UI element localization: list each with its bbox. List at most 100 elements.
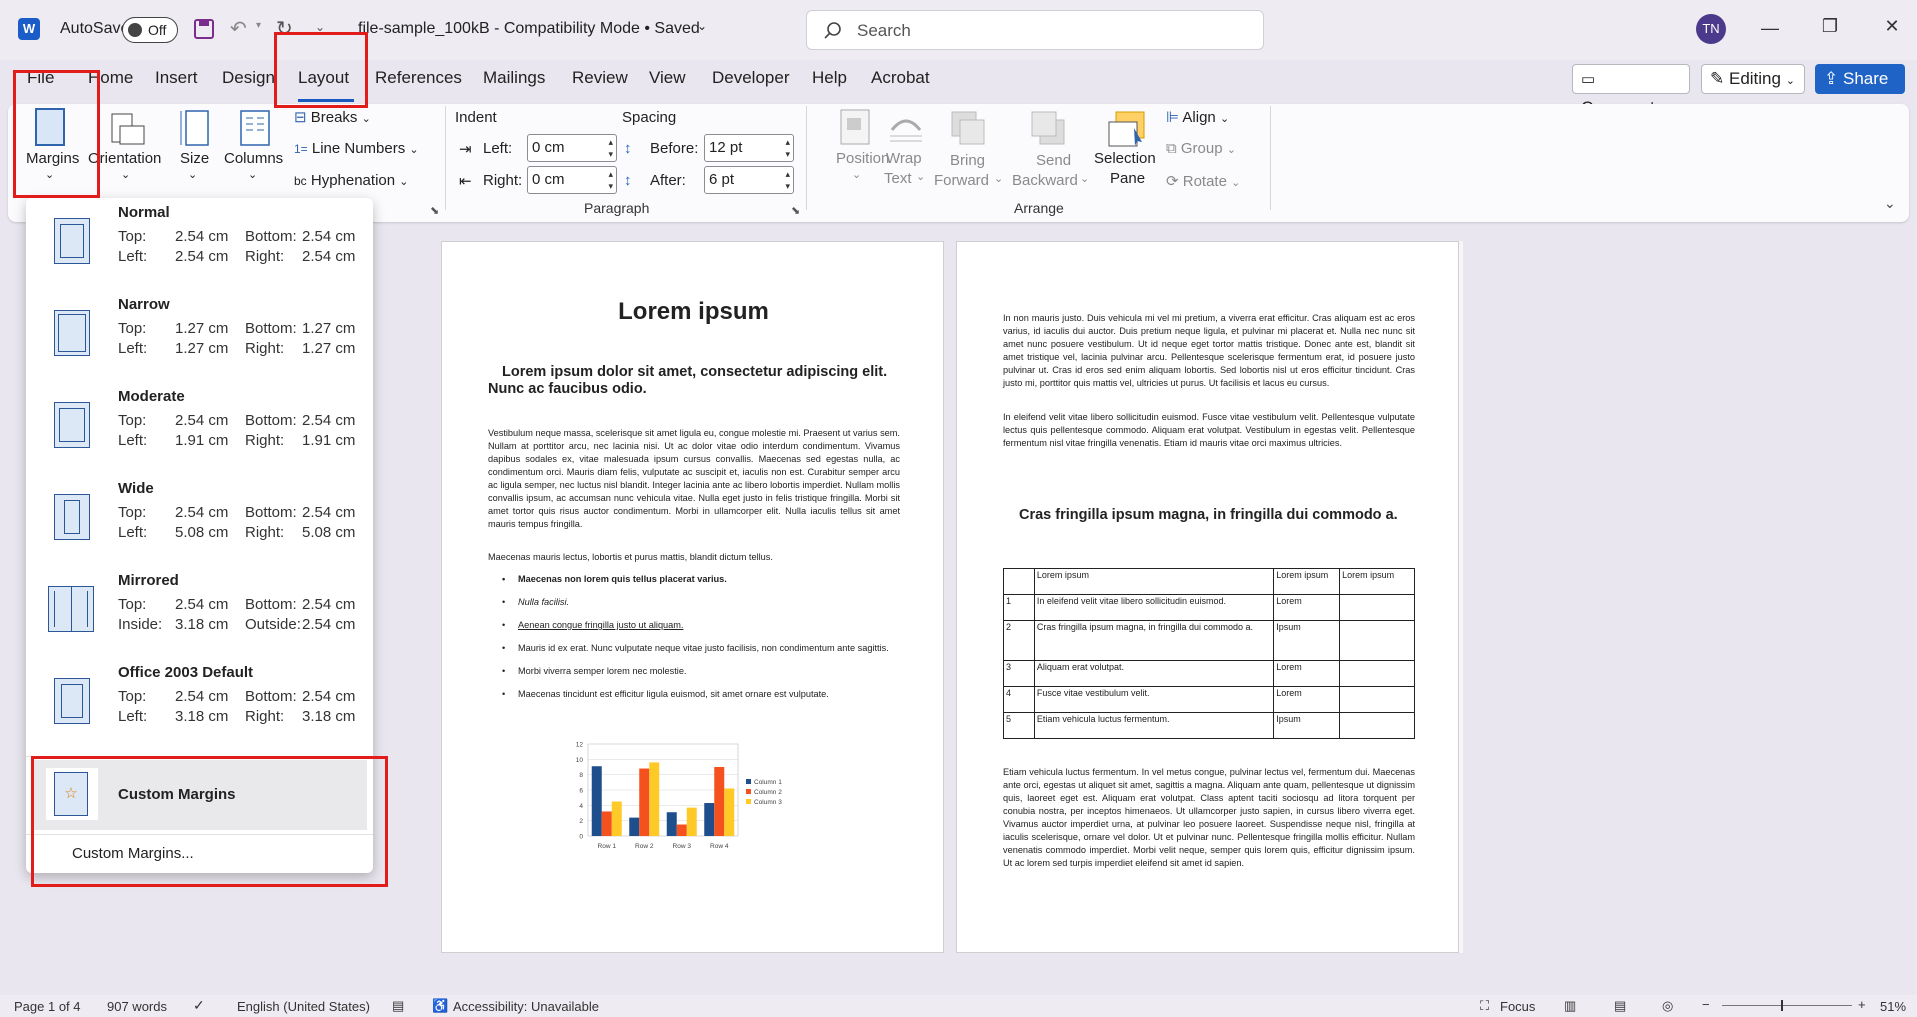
search-box[interactable]: Search — [806, 10, 1264, 50]
document-page-1[interactable]: Lorem ipsum Lorem ipsum dolor sit amet, … — [441, 241, 944, 953]
accessibility-status[interactable]: Accessibility: Unavailable — [453, 999, 599, 1014]
columns-button[interactable]: Columns ⌄ — [222, 104, 286, 198]
spacing-before-input[interactable]: 12 pt ▴ ▾ — [704, 134, 794, 162]
table-row: 4 Fusce vitae vestibulum velit. Lorem — [1003, 686, 1415, 713]
share-button[interactable]: ⇪ Share ⌄ — [1815, 64, 1905, 115]
collapse-ribbon-icon[interactable]: ⌄ — [1884, 195, 1896, 212]
autosave-toggle[interactable]: Off — [122, 17, 178, 43]
spinner-arrows-icon[interactable]: ▴ ▾ — [785, 168, 790, 192]
tab-design[interactable]: Design — [222, 68, 275, 88]
send-backward-button[interactable]: Send Backward ⌄ — [1010, 104, 1090, 198]
spinner-arrows-icon[interactable]: ▴ ▾ — [608, 168, 613, 192]
zoom-slider[interactable] — [1722, 1005, 1852, 1006]
preset-value: 1.91 cm — [175, 432, 229, 449]
search-placeholder: Search — [857, 21, 911, 40]
editing-button[interactable]: ✎ Editing ⌄ — [1701, 64, 1805, 94]
margin-preset-moderate[interactable]: Moderate Top: 2.54 cm Bottom: 2.54 cm Left:… — [26, 382, 373, 474]
group-button[interactable]: ⧉ Group ⌄ — [1166, 140, 1236, 157]
rotate-button[interactable]: ⟳ Rotate ⌄ — [1166, 172, 1240, 190]
bar — [611, 801, 622, 836]
close-icon[interactable]: ✕ — [1872, 16, 1912, 37]
zoom-out-icon[interactable]: − — [1702, 997, 1710, 1012]
tab-references[interactable]: References — [375, 68, 462, 88]
selection-pane-icon — [1108, 111, 1145, 147]
indent-right-input[interactable]: 0 cm ▴ ▾ — [527, 166, 617, 194]
preset-label: Right: — [245, 248, 285, 265]
tab-review[interactable]: Review — [572, 68, 628, 88]
undo-dropdown-icon[interactable]: ▾ — [256, 20, 261, 31]
margin-preset-wide[interactable]: Wide Top: 2.54 cm Bottom: 2.54 cm Left: 5.08… — [26, 474, 373, 566]
tab-insert[interactable]: Insert — [155, 68, 198, 88]
margin-preset-office-2003[interactable]: Office 2003 Default Top: 2.54 cm Bottom: 2.… — [26, 658, 373, 750]
size-button[interactable]: Size ⌄ — [172, 104, 218, 198]
position-button[interactable]: Position ⌄ — [824, 104, 889, 198]
wrap-text-button[interactable]: Wrap Text ⌄ — [880, 104, 930, 198]
list-item: • Morbi viverra semper lorem nec molestie… — [502, 666, 687, 676]
bring-forward-label-2: Forward — [934, 172, 990, 189]
table-cell: Lorem — [1273, 660, 1341, 687]
preset-value: 2.54 cm — [175, 228, 229, 245]
tab-help[interactable]: Help — [812, 68, 847, 88]
size-label: Size — [180, 150, 210, 167]
preset-label: Right: — [245, 340, 285, 357]
undo-icon[interactable]: ↶ — [230, 16, 247, 41]
focus-button[interactable]: Focus — [1500, 999, 1535, 1014]
margin-preset-mirrored[interactable]: Mirrored Top: 2.54 cm Bottom: 2.54 cm Insid… — [26, 566, 373, 658]
spinner-arrows-icon[interactable]: ▴ ▾ — [785, 136, 790, 160]
web-layout-icon[interactable]: ◎ — [1662, 998, 1673, 1014]
print-layout-icon[interactable]: ▤ — [1614, 998, 1626, 1014]
breaks-button[interactable]: ⊟ Breaks ⌄ — [294, 108, 371, 126]
minimize-icon[interactable]: — — [1750, 18, 1790, 39]
tab-mailings[interactable]: Mailings — [483, 68, 545, 88]
restore-icon[interactable]: ❐ — [1810, 16, 1850, 37]
language[interactable]: English (United States) — [237, 999, 370, 1014]
line-numbers-button[interactable]: 1= Line Numbers ⌄ — [294, 140, 419, 157]
comments-button[interactable]: ▭ Comments — [1572, 64, 1690, 117]
preset-label: Right: — [245, 708, 285, 725]
paragraph-launcher-icon[interactable]: ⬊ — [791, 204, 800, 217]
align-button[interactable]: ⊫ Align ⌄ — [1166, 108, 1229, 126]
margin-preview-icon — [54, 678, 90, 724]
zoom-slider-thumb[interactable] — [1781, 1000, 1783, 1011]
spacing-after-icon: ↕ — [624, 172, 632, 189]
page-count[interactable]: Page 1 of 4 — [14, 999, 81, 1014]
wrap-text-chevron-icon: ⌄ — [916, 171, 926, 183]
y-tick-label: 6 — [579, 788, 583, 795]
preset-value: 2.54 cm — [175, 596, 229, 613]
tab-acrobat[interactable]: Acrobat — [871, 68, 930, 88]
read-mode-icon[interactable]: ▥ — [1564, 998, 1576, 1014]
selection-pane-button[interactable]: Selection Pane — [1094, 104, 1160, 198]
bar-chart[interactable]: 0 2 4 6 8 10 12 Row 1 Row 2 Row 3 Row 4 Column 1 Col… — [562, 736, 802, 864]
tab-view[interactable]: View — [649, 68, 686, 88]
zoom-level[interactable]: 51% — [1880, 999, 1906, 1014]
text-predictions-icon[interactable]: ▤ — [392, 998, 404, 1014]
proofing-icon[interactable]: ✓ — [193, 997, 205, 1014]
document-page-2[interactable]: In non mauris justo. Duis vehicula mi ve… — [956, 241, 1459, 953]
zoom-in-icon[interactable]: + — [1858, 997, 1866, 1012]
margin-preset-narrow[interactable]: Narrow Top: 1.27 cm Bottom: 1.27 cm Left: 1.… — [26, 290, 373, 382]
data-table[interactable]: Lorem ipsum Lorem ipsum Lorem ipsum 1 In el… — [1003, 568, 1415, 739]
save-icon[interactable] — [193, 18, 215, 40]
spinner-arrows-icon[interactable]: ▴ ▾ — [608, 136, 613, 160]
spacing-after-input[interactable]: 6 pt ▴ ▾ — [704, 166, 794, 194]
hyphenation-button[interactable]: bc Hyphenation ⌄ — [294, 172, 408, 189]
table-row: 3 Aliquam erat volutpat. Lorem — [1003, 660, 1415, 687]
spacing-label: Spacing — [622, 109, 677, 126]
bar — [639, 768, 650, 836]
tab-developer[interactable]: Developer — [712, 68, 790, 88]
avatar[interactable]: TN — [1696, 14, 1726, 44]
word-count[interactable]: 907 words — [107, 999, 167, 1014]
title-chevron-down-icon[interactable]: ⌄ — [697, 19, 707, 33]
document-title[interactable]: file-sample_100kB - Compatibility Mode •… — [358, 20, 700, 38]
autosave-state: Off — [148, 22, 167, 38]
margin-preset-normal[interactable]: Normal Top: 2.54 cm Bottom: 2.54 cm Left: 2.… — [26, 198, 373, 290]
preset-value: 2.54 cm — [302, 616, 356, 633]
page-setup-launcher-icon[interactable]: ⬊ — [430, 204, 439, 217]
table-cell: 2 — [1003, 620, 1035, 661]
bring-forward-button[interactable]: Bring Forward ⌄ — [934, 104, 1004, 198]
bring-forward-label-1: Bring — [950, 152, 986, 169]
line-numbers-icon: 1= — [294, 142, 308, 156]
bullet-2-text: Nulla facilisi. — [518, 597, 570, 607]
preset-label: Top: — [118, 228, 147, 245]
indent-left-input[interactable]: 0 cm ▴ ▾ — [527, 134, 617, 162]
